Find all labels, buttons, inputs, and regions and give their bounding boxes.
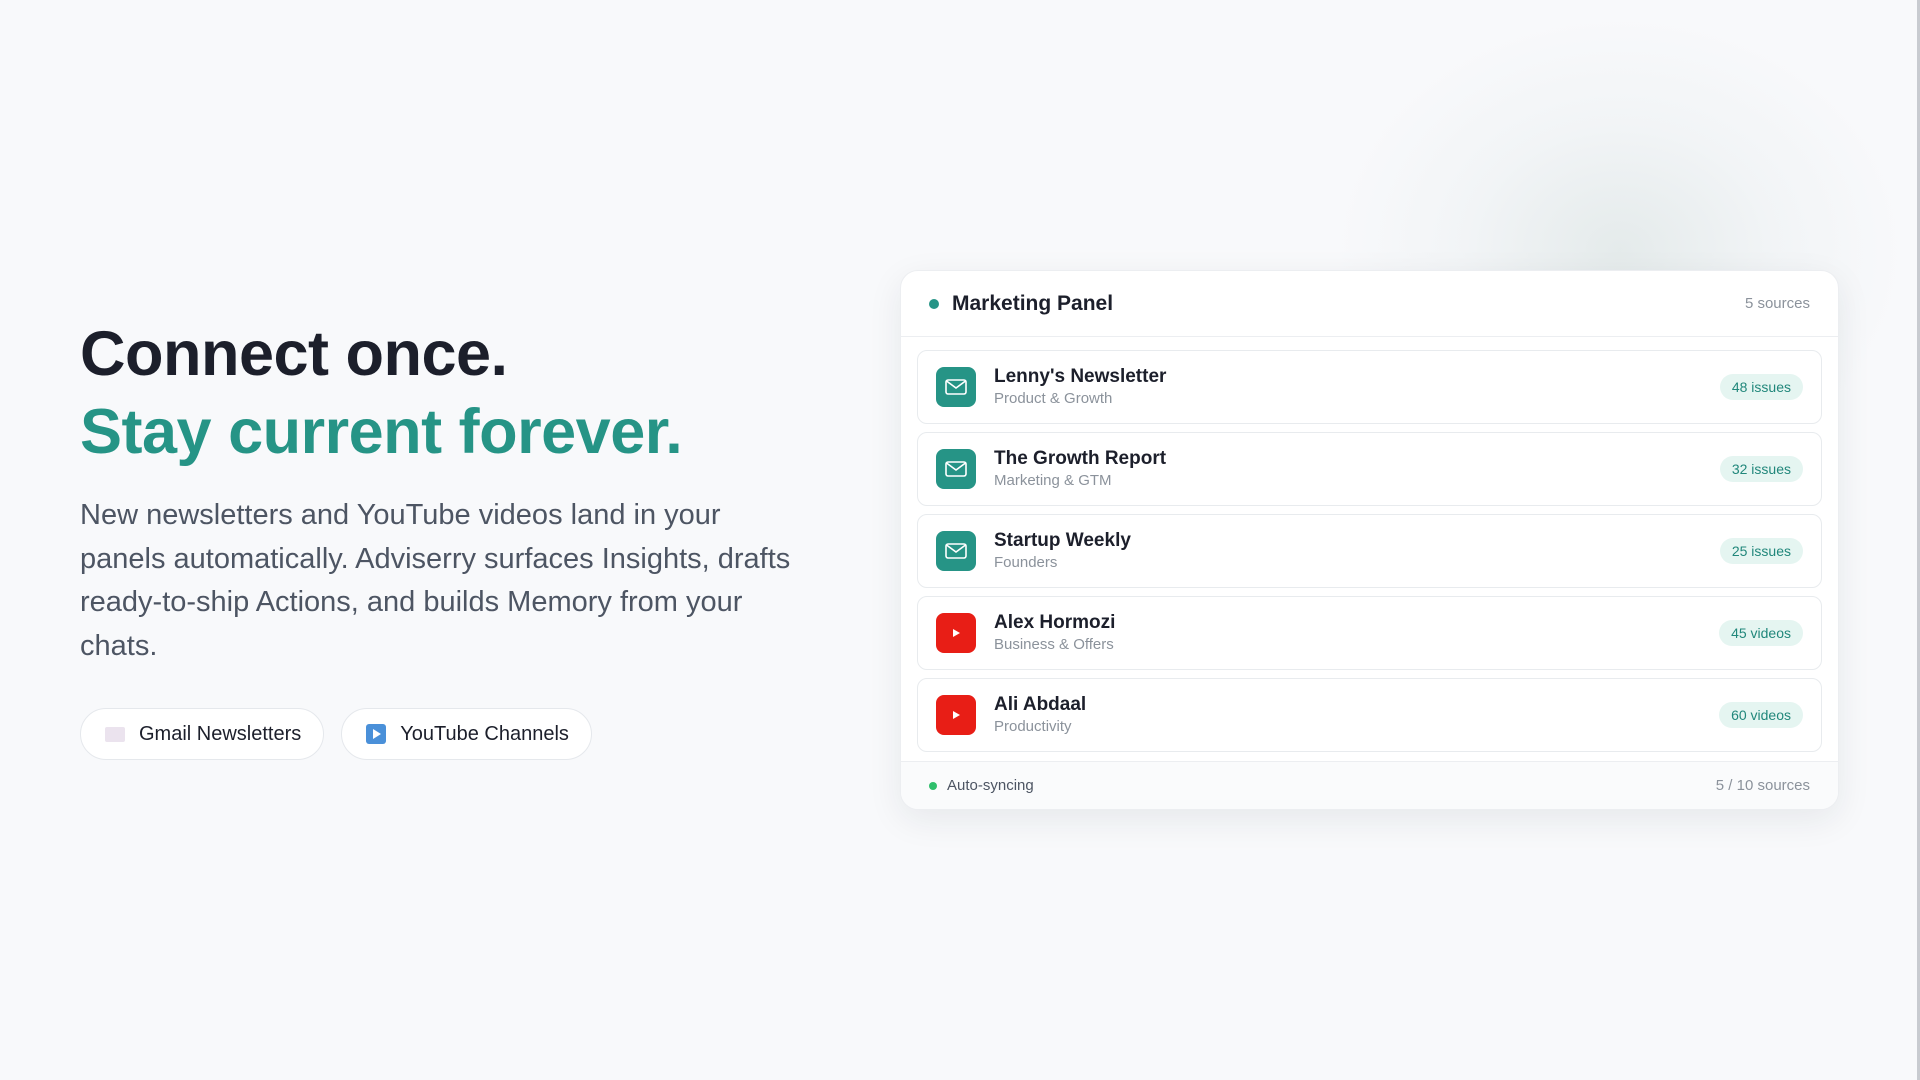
source-info: Startup Weekly Founders <box>936 529 1131 573</box>
source-info: Ali Abdaal Productivity <box>936 693 1086 737</box>
integration-chips: Gmail Newsletters YouTube Channels <box>80 708 840 760</box>
chip-label: Gmail Newsletters <box>139 722 302 745</box>
source-row-ali-abdaal[interactable]: Ali Abdaal Productivity 60 videos <box>917 678 1822 752</box>
source-name: The Growth Report <box>994 448 1167 469</box>
panel-status-dot <box>929 298 939 309</box>
source-category: Founders <box>994 554 1058 571</box>
source-name: Alex Hormozi <box>994 612 1116 633</box>
source-count-badge: 60 videos <box>1719 702 1803 728</box>
play-icon <box>936 695 976 735</box>
source-text: The Growth Report Marketing & GTM <box>994 447 1166 491</box>
mail-icon <box>936 367 976 407</box>
source-count-badge: 32 issues <box>1719 456 1803 482</box>
source-name: Lenny's Newsletter <box>994 366 1167 387</box>
source-category: Productivity <box>994 718 1072 735</box>
source-category: Product & Growth <box>994 390 1113 407</box>
sync-status-dot <box>929 781 937 790</box>
mail-icon <box>936 531 976 571</box>
sync-status-label: Auto-syncing <box>947 777 1034 794</box>
panel-title-group: Marketing Panel <box>929 292 1113 316</box>
source-info: Alex Hormozi Business & Offers <box>936 611 1115 655</box>
panel-source-count: 5 sources <box>1744 295 1810 312</box>
source-text: Ali Abdaal Productivity <box>994 693 1086 737</box>
mail-icon <box>936 449 976 489</box>
youtube-channels-chip[interactable]: YouTube Channels <box>341 708 592 760</box>
source-list: Lenny's Newsletter Product & Growth 48 i… <box>901 337 1838 752</box>
source-name: Ali Abdaal <box>994 694 1087 715</box>
source-category: Business & Offers <box>994 636 1114 653</box>
source-text: Startup Weekly Founders <box>994 529 1131 573</box>
play-icon <box>936 613 976 653</box>
panel-title: Marketing Panel <box>952 291 1114 315</box>
source-info: The Growth Report Marketing & GTM <box>936 447 1166 491</box>
source-row-lennys-newsletter[interactable]: Lenny's Newsletter Product & Growth 48 i… <box>917 350 1822 424</box>
chip-label: YouTube Channels <box>400 722 569 745</box>
headline-primary: Connect once. <box>80 319 508 389</box>
source-info: Lenny's Newsletter Product & Growth <box>936 365 1166 409</box>
youtube-icon <box>366 724 387 744</box>
source-count-badge: 25 issues <box>1719 538 1803 564</box>
gmail-newsletters-chip[interactable]: Gmail Newsletters <box>80 708 325 760</box>
source-usage: 5 / 10 sources <box>1715 777 1810 794</box>
source-row-alex-hormozi[interactable]: Alex Hormozi Business & Offers 45 videos <box>917 596 1822 670</box>
gmail-icon <box>105 726 125 742</box>
source-category: Marketing & GTM <box>994 472 1112 489</box>
panel-footer: Auto-syncing 5 / 10 sources <box>901 761 1838 809</box>
source-row-growth-report[interactable]: The Growth Report Marketing & GTM 32 iss… <box>917 432 1822 506</box>
source-row-startup-weekly[interactable]: Startup Weekly Founders 25 issues <box>917 514 1822 588</box>
marketing-panel-card: Marketing Panel 5 sources Lenny's Newsle… <box>900 270 1839 810</box>
source-text: Alex Hormozi Business & Offers <box>994 611 1115 655</box>
source-count-badge: 48 issues <box>1719 374 1803 400</box>
source-text: Lenny's Newsletter Product & Growth <box>994 365 1166 409</box>
headline-accent: Stay current forever. <box>80 397 683 467</box>
hero-section: Connect once. Stay current forever. New … <box>80 316 840 760</box>
page: Connect once. Stay current forever. New … <box>0 0 1920 1080</box>
sync-status: Auto-syncing <box>929 777 1034 794</box>
hero-description: New newsletters and YouTube videos land … <box>80 499 791 662</box>
source-count-badge: 45 videos <box>1719 620 1803 646</box>
panel-header: Marketing Panel 5 sources <box>901 271 1838 337</box>
source-name: Startup Weekly <box>994 530 1131 551</box>
